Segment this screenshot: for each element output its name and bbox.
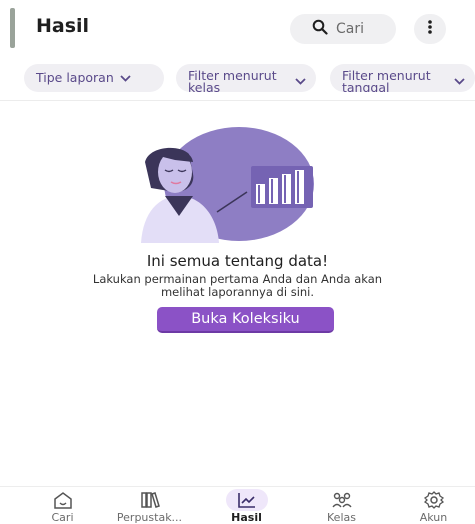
empty-state-description: Lakukan permainan pertama Anda dan Anda … — [92, 272, 383, 299]
chevron-down-icon — [448, 75, 465, 87]
empty-state-illustration — [135, 126, 345, 243]
filter-report-type[interactable]: Tipe laporan — [24, 64, 164, 92]
class-icon — [331, 489, 353, 511]
filter-by-class[interactable]: Filter menurut kelas — [176, 64, 316, 92]
chart-icon — [225, 489, 268, 511]
filter-divider — [0, 100, 475, 101]
search-button[interactable]: Cari — [290, 14, 396, 44]
library-icon — [140, 489, 160, 511]
nav-label: Cari — [51, 511, 74, 524]
filter-label: Filter menurut kelas — [188, 68, 277, 92]
page-title: Hasil — [36, 15, 90, 37]
open-collection-button[interactable]: Buka Koleksiku — [157, 307, 334, 333]
search-icon — [312, 19, 328, 40]
nav-item-hasil[interactable]: Hasil — [199, 487, 294, 524]
settings-icon — [423, 489, 444, 511]
nav-item-perpustakaan[interactable]: Perpustak... — [102, 487, 197, 524]
header-accent-bar — [10, 8, 15, 48]
nav-item-kelas[interactable]: Kelas — [294, 487, 389, 524]
bottom-navigation: Cari Perpustak... Hasil Kelas Akun — [0, 486, 475, 524]
nav-label: Kelas — [327, 511, 356, 524]
nav-item-akun[interactable]: Akun — [386, 487, 475, 524]
filter-by-date[interactable]: Filter menurut tanggal — [330, 64, 475, 92]
nav-item-cari[interactable]: Cari — [15, 487, 110, 524]
home-icon — [53, 489, 73, 511]
chevron-down-icon — [289, 75, 306, 87]
filter-bar: Tipe laporan Filter menurut kelas Filter… — [0, 60, 475, 96]
nav-label: Perpustak... — [116, 511, 183, 524]
top-app-bar: Hasil Cari — [0, 0, 475, 54]
nav-label: Akun — [419, 511, 448, 524]
filter-label: Tipe laporan — [36, 70, 114, 85]
more-options-button[interactable] — [414, 14, 446, 44]
nav-label: Hasil — [231, 511, 262, 524]
chevron-down-icon — [114, 72, 131, 84]
search-label: Cari — [336, 21, 364, 37]
empty-state-title: Ini semua tentang data! — [146, 252, 329, 270]
filter-label: Filter menurut tanggal — [342, 68, 431, 92]
more-vertical-icon — [427, 19, 433, 40]
